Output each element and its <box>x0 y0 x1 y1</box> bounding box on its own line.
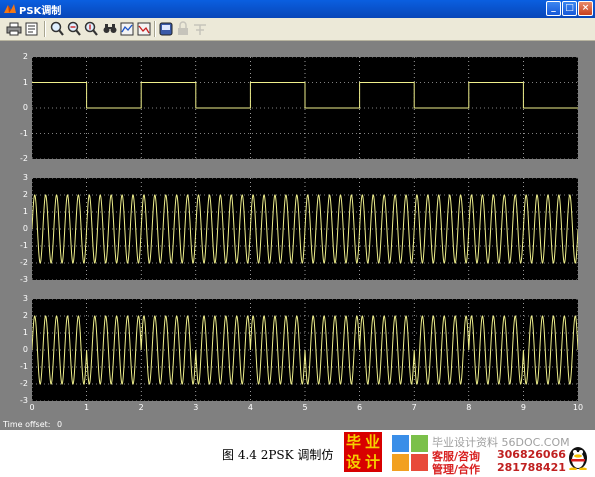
toolbar <box>0 18 595 41</box>
ad-qq-number-2: 281788421 <box>497 461 566 474</box>
signal-trace <box>32 82 578 109</box>
maximize-button[interactable]: □ <box>562 1 577 16</box>
minimize-button[interactable]: _ <box>546 1 561 16</box>
plot-panel-2 <box>31 177 579 281</box>
signal-selection-icon[interactable] <box>192 21 208 37</box>
logo-char: 计 <box>364 453 380 471</box>
figure-caption: 图 4.4 2PSK 调制仿 <box>222 448 334 462</box>
matlab-icon <box>4 4 16 13</box>
zoom-icon[interactable] <box>49 21 65 37</box>
y-tick-label: -2 <box>20 379 28 388</box>
floating-scope-icon[interactable] <box>158 21 174 37</box>
title-bar[interactable]: PSK调制 _ □ × <box>0 0 595 18</box>
y-tick-label: 3 <box>22 294 28 303</box>
signal-trace <box>31 315 579 385</box>
scope-window: PSK调制 _ □ × 2 1 0 -1 -2 3 2 1 0 -1 -2 -3… <box>0 0 595 430</box>
y-tick-label: 2 <box>22 190 28 199</box>
lock-axes-icon[interactable] <box>175 21 191 37</box>
x-tick-label: 8 <box>466 403 472 412</box>
x-tick-label: 7 <box>411 403 417 412</box>
ad-manage-label: 管理/合作 <box>432 463 481 476</box>
y-tick-label: 0 <box>22 103 28 112</box>
y-tick-label: 2 <box>22 52 28 61</box>
logo-char: 设 <box>345 453 361 471</box>
plot-3-svg <box>31 298 579 402</box>
parameters-icon[interactable] <box>24 21 40 37</box>
zoom-y-icon[interactable] <box>83 21 99 37</box>
y-tick-label: -1 <box>20 362 28 371</box>
x-tick-label: 2 <box>138 403 144 412</box>
y-tick-label: 0 <box>22 224 28 233</box>
plot-1-svg <box>31 56 579 160</box>
x-tick-label: 6 <box>357 403 363 412</box>
time-offset-status: Time offset: 0 <box>3 420 62 429</box>
y-tick-label: 2 <box>22 311 28 320</box>
time-offset-label: Time offset: <box>3 420 51 429</box>
print-icon[interactable] <box>6 21 22 37</box>
y-tick-label: -3 <box>20 275 28 284</box>
y-tick-label: -1 <box>20 128 28 138</box>
qq-penguin-icon <box>569 447 587 470</box>
y-tick-label: -2 <box>20 154 28 163</box>
window-title: PSK调制 <box>19 6 62 17</box>
signal-trace <box>31 194 579 264</box>
save-axes-icon[interactable] <box>119 21 135 37</box>
x-tick-label: 10 <box>572 403 584 412</box>
site-logo: 毕 业 设 计 <box>344 432 382 472</box>
plot-panel-3 <box>31 298 579 402</box>
y-tick-label: 1 <box>22 207 28 216</box>
zoom-x-icon[interactable] <box>66 21 82 37</box>
y-tick-label: 0 <box>22 345 28 354</box>
y-tick-label: -2 <box>20 258 28 267</box>
y-tick-label: 3 <box>22 173 28 182</box>
restore-axes-icon[interactable] <box>136 21 152 37</box>
y-tick-label: -1 <box>20 241 28 250</box>
plot-panel-1 <box>31 56 579 160</box>
ad-qq-number-1: 306826066 <box>497 448 566 461</box>
puzzle-icon <box>392 435 428 471</box>
x-tick-label: 5 <box>302 403 308 412</box>
autoscale-icon[interactable] <box>102 21 118 37</box>
x-tick-label: 0 <box>29 403 35 412</box>
time-offset-value: 0 <box>57 420 63 429</box>
y-tick-label: 1 <box>22 328 28 337</box>
x-tick-label: 4 <box>247 403 253 412</box>
toolbar-separator <box>154 21 156 37</box>
toolbar-separator <box>44 21 46 37</box>
close-button[interactable]: × <box>578 1 593 16</box>
plot-2-svg <box>31 177 579 281</box>
x-tick-label: 1 <box>84 403 90 412</box>
x-tick-label: 9 <box>520 403 526 412</box>
y-tick-label: 1 <box>22 77 28 87</box>
logo-char: 毕 <box>345 433 361 451</box>
x-tick-label: 3 <box>193 403 199 412</box>
logo-char: 业 <box>364 433 380 451</box>
